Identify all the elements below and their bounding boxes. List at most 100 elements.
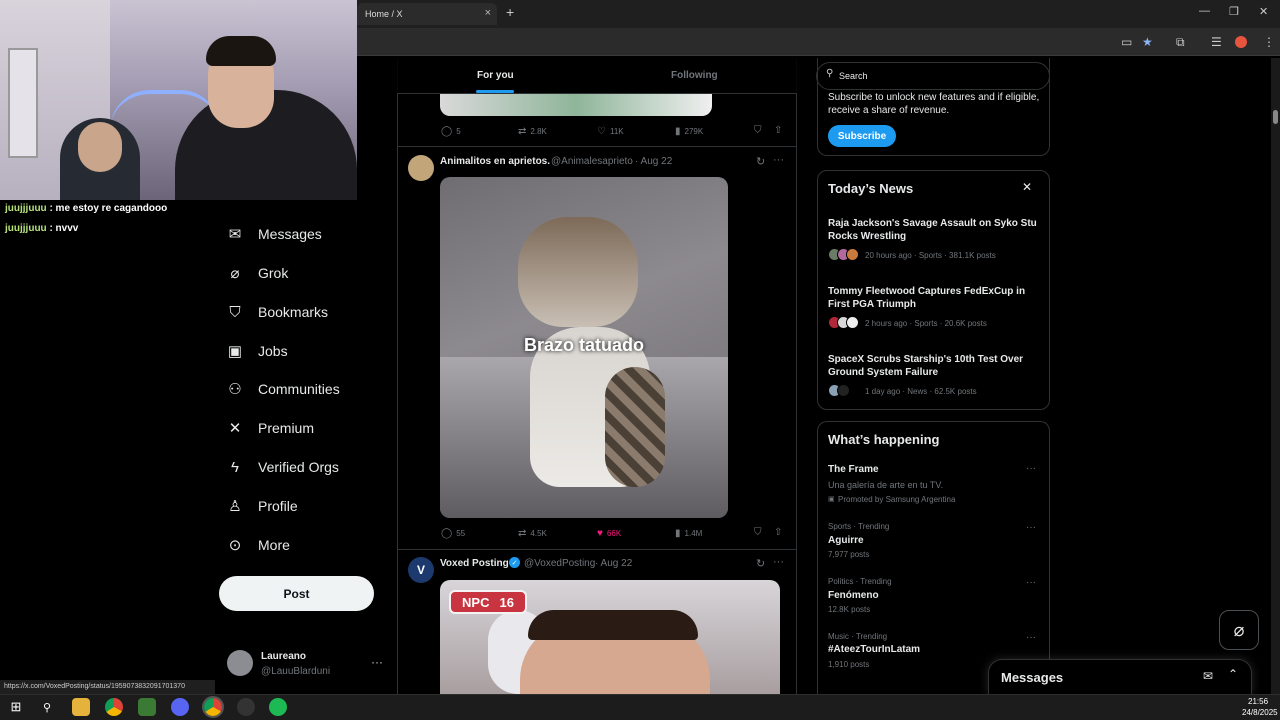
reply-action[interactable]: ◯ 5 <box>441 126 461 137</box>
trend-more-icon[interactable]: ··· <box>1026 632 1036 643</box>
share-action[interactable]: ⇧ <box>774 125 782 136</box>
post-divider <box>397 146 797 147</box>
close-icon[interactable]: ✕ <box>1022 180 1032 194</box>
reply-action[interactable]: ◯ 55 <box>441 528 465 539</box>
grok-explain-icon[interactable]: ↻ <box>756 155 765 168</box>
chrome-icon[interactable] <box>105 698 123 716</box>
chrome-active-icon[interactable] <box>202 696 224 718</box>
post-image[interactable]: Brazo tatuado <box>440 177 728 518</box>
windows-taskbar <box>0 694 1280 720</box>
post-button[interactable]: Post <box>219 576 374 611</box>
nav-label: Communities <box>258 381 340 397</box>
news-headline[interactable]: Raja Jackson's Savage Assault on Syko St… <box>828 217 1038 243</box>
nav-profile[interactable]: ♙ Profile <box>226 491 297 521</box>
share-action[interactable]: ⇧ <box>774 527 782 538</box>
bookmark-star-icon[interactable]: ★ <box>1142 35 1153 49</box>
nav-more[interactable]: ⊙ More <box>226 530 290 560</box>
views-action[interactable]: ▮ 279K <box>675 126 703 137</box>
nav-label: Grok <box>258 265 289 281</box>
repost-action[interactable]: ⇄ 2.8K <box>518 126 547 137</box>
spotify-icon[interactable] <box>269 698 287 716</box>
repost-action[interactable]: ⇄ 4.5K <box>518 528 547 539</box>
repost-count: 2.8K <box>530 127 547 136</box>
promoted-trend-name[interactable]: The Frame <box>828 464 879 475</box>
bookmark-action[interactable]: ⛉ <box>754 125 762 136</box>
post-date[interactable]: · Aug 22 <box>595 558 632 569</box>
minecraft-launcher-icon[interactable] <box>138 698 156 716</box>
grok-explain-icon[interactable]: ↻ <box>756 557 765 570</box>
minimize-button[interactable]: — <box>1199 5 1210 17</box>
messages-drawer-title[interactable]: Messages <box>1001 670 1063 685</box>
post-more-icon[interactable]: ··· <box>773 556 784 568</box>
account-avatar[interactable] <box>227 650 253 676</box>
news-headline[interactable]: SpaceX Scrubs Starship's 10th Test Over … <box>828 353 1038 379</box>
like-action[interactable]: ♥ 66K <box>597 528 621 539</box>
post-avatar[interactable]: V <box>408 557 434 583</box>
trend-context: Sports · Trending <box>828 522 890 531</box>
extensions-icon[interactable]: ⧉ <box>1176 35 1185 50</box>
nav-messages[interactable]: ✉ Messages <box>226 219 322 249</box>
cast-icon[interactable]: ▭ <box>1121 35 1132 49</box>
nav-jobs[interactable]: ▣ Jobs <box>226 336 288 366</box>
nav-premium[interactable]: ✕ Premium <box>226 413 314 443</box>
media-controls-icon[interactable]: ☰ <box>1211 35 1222 49</box>
grok-fab-button[interactable]: ⌀ <box>1219 610 1259 650</box>
post-author-name[interactable]: Voxed Posting <box>440 558 509 569</box>
expand-icon[interactable]: ⌃ <box>1228 667 1238 681</box>
trend-count: 1,910 posts <box>828 660 870 669</box>
promoted-by: Promoted by Samsung Argentina <box>838 495 956 504</box>
like-action[interactable]: ♡ 11K <box>597 126 624 137</box>
subscribe-button[interactable]: Subscribe <box>828 125 896 147</box>
share-icon: ⇧ <box>774 125 783 136</box>
trend-name[interactable]: #AteezTourInLatam <box>828 644 920 655</box>
trend-name[interactable]: Aguirre <box>828 535 864 546</box>
post-author-handle[interactable]: @VoxedPosting <box>524 558 595 569</box>
trend-more-icon[interactable]: ··· <box>1026 522 1036 533</box>
account-handle[interactable]: @LauuBlarduni <box>261 666 330 677</box>
windows-start-icon[interactable]: ⊞ <box>7 698 25 716</box>
news-headline[interactable]: Tommy Fleetwood Captures FedExCup in Fir… <box>828 285 1038 311</box>
browser-menu-icon[interactable]: ⋮ <box>1263 35 1275 49</box>
browser-tab[interactable]: Home / X × <box>357 3 497 25</box>
tab-for-you[interactable]: For you <box>477 70 514 81</box>
post-date[interactable]: · Aug 22 <box>635 156 672 167</box>
account-more-icon[interactable]: ··· <box>371 655 383 669</box>
trend-name[interactable]: Fenómeno <box>828 590 879 601</box>
nav-communities[interactable]: ⚇ Communities <box>226 374 340 404</box>
post-more-icon[interactable]: ··· <box>773 154 784 166</box>
discord-icon[interactable] <box>171 698 189 716</box>
profile-avatar-icon[interactable] <box>1235 36 1247 48</box>
grok-icon: ⌀ <box>230 265 240 282</box>
repost-icon: ⇄ <box>518 528 527 539</box>
nav-bookmarks[interactable]: ⛉ Bookmarks <box>226 297 328 327</box>
account-name[interactable]: Laureano <box>261 651 306 662</box>
new-tab-button[interactable]: + <box>506 4 514 20</box>
new-message-icon[interactable]: ✉ <box>1203 669 1213 683</box>
scrollbar-thumb[interactable] <box>1273 110 1278 124</box>
restore-button[interactable]: ❐ <box>1229 5 1239 18</box>
page-scrollbar[interactable] <box>1271 58 1280 694</box>
taskbar-clock-time[interactable]: 21:56 <box>1248 697 1268 706</box>
tab-close-icon[interactable]: × <box>485 7 491 19</box>
tab-following[interactable]: Following <box>671 70 718 81</box>
heart-icon: ♥ <box>597 528 603 539</box>
bookmark-action[interactable]: ⛉ <box>754 527 762 538</box>
taskbar-search-icon[interactable]: ⚲ <box>38 698 56 716</box>
post-author-name[interactable]: Animalitos en aprietos. <box>440 156 550 167</box>
file-explorer-icon[interactable] <box>72 698 90 716</box>
post-avatar[interactable] <box>408 155 434 181</box>
search-input[interactable]: Search <box>816 62 1050 90</box>
trend-more-icon[interactable]: ··· <box>1026 463 1036 474</box>
previous-post-image[interactable] <box>440 94 712 116</box>
repost-count: 4.5K <box>530 529 547 538</box>
post-author-handle[interactable]: @Animalesaprieto <box>551 156 633 167</box>
close-window-button[interactable]: ✕ <box>1259 5 1268 18</box>
obs-icon[interactable] <box>237 698 255 716</box>
views-action[interactable]: ▮ 1.4M <box>675 528 702 539</box>
nav-verified-orgs[interactable]: ϟ Verified Orgs <box>226 452 339 482</box>
reply-icon: ◯ <box>441 528 453 539</box>
trend-more-icon[interactable]: ··· <box>1026 577 1036 588</box>
taskbar-clock-date[interactable]: 24/8/2025 <box>1242 708 1278 717</box>
nav-grok[interactable]: ⌀ Grok <box>226 258 288 288</box>
lightning-icon: ϟ <box>231 458 239 476</box>
